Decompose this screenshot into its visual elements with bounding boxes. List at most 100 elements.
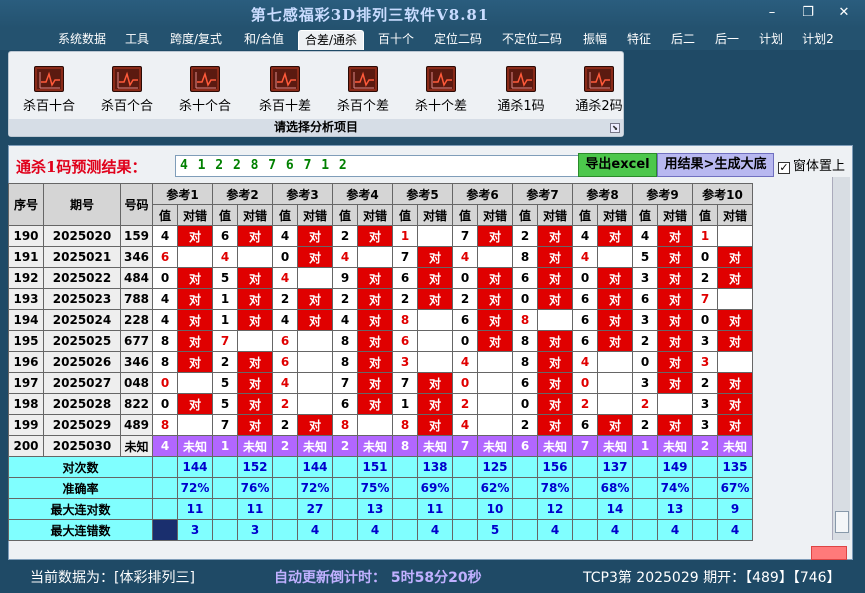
vertical-scrollbar[interactable] xyxy=(832,177,850,540)
unknown-cell: 未知 xyxy=(297,435,333,457)
ribbon-tool-button[interactable]: 杀百个合 xyxy=(95,66,159,114)
value-cell: 0 xyxy=(512,288,538,310)
table-row[interactable]: 192 2025022 484 0 对 5 对 4 9 对 6 对 0 对 6 对 0 对 3 对 2 对 xyxy=(8,267,753,289)
ribbon-tool-button[interactable]: 杀百个差 xyxy=(331,66,395,114)
table-row[interactable]: 195 2025025 677 8 对 7 6 8 对 6 0 对 8 对 6 对 2 对 3 对 xyxy=(8,330,753,352)
right-cell: 对 xyxy=(237,225,273,247)
menu-item[interactable]: 和/合值 xyxy=(236,30,292,50)
menu-item[interactable]: 计划 xyxy=(752,30,790,50)
restore-icon[interactable]: ❐ xyxy=(797,4,819,22)
period-cell: 2025030 xyxy=(43,435,121,457)
stats-blank-cell xyxy=(692,498,718,520)
right-cell: 对 xyxy=(177,267,213,289)
right-cell: 对 xyxy=(477,225,513,247)
table-row[interactable]: 191 2025021 346 6 4 0 对 4 7 对 4 8 对 4 5 对 0 对 xyxy=(8,246,753,268)
menu-item[interactable]: 特征 xyxy=(620,30,658,50)
menu-item-active[interactable]: 合差/通杀 xyxy=(298,30,364,50)
value-cell: 2 xyxy=(692,372,718,394)
stats-value-cell: 4 xyxy=(297,519,333,541)
value-cell: 2 xyxy=(512,414,538,436)
wrong-cell xyxy=(297,393,333,415)
wrong-cell xyxy=(417,351,453,373)
col-header-result: 对错 xyxy=(237,204,273,226)
ribbon-tool-button[interactable]: 杀十个差 xyxy=(409,66,473,114)
wrong-cell xyxy=(177,414,213,436)
menu-item[interactable]: 不定位二码 xyxy=(496,30,568,50)
dialog-launcher-icon[interactable]: ⬊ xyxy=(610,123,620,133)
value-cell: 2 xyxy=(512,225,538,247)
unknown-cell: 未知 xyxy=(477,435,513,457)
close-icon[interactable]: ✕ xyxy=(833,4,855,22)
value-cell: 4 xyxy=(272,267,298,289)
value-cell: 1 xyxy=(212,288,238,310)
generate-button[interactable]: 用结果>生成大底 xyxy=(657,153,774,177)
predict-value-cell: 4 xyxy=(152,435,178,457)
table-row[interactable]: 196 2025026 346 8 对 2 对 6 8 对 3 4 8 对 4 0 对 3 xyxy=(8,351,753,373)
stay-on-top-checkbox[interactable]: ✓ 窗体置上 xyxy=(778,155,845,174)
ribbon-tool-label: 杀百个差 xyxy=(336,99,389,114)
menu-item[interactable]: 工具 xyxy=(118,30,156,50)
value-cell: 5 xyxy=(212,372,238,394)
table-row[interactable]: 199 2025029 489 8 7 对 2 对 8 8 对 4 2 对 6 对 2 对 3 对 xyxy=(8,414,753,436)
ribbon-tool-button[interactable]: 杀十个合 xyxy=(173,66,237,114)
col-header-result: 对错 xyxy=(357,204,393,226)
stats-blank-cell xyxy=(452,498,478,520)
value-cell: 8 xyxy=(392,309,418,331)
wrong-cell xyxy=(417,225,453,247)
ribbon-tool-button[interactable]: 通杀2码 xyxy=(567,66,631,114)
menu-item[interactable]: 振幅 xyxy=(576,30,614,50)
right-cell: 对 xyxy=(597,225,633,247)
menu-item[interactable]: 后一 xyxy=(708,30,746,50)
right-cell: 对 xyxy=(177,330,213,352)
value-cell: 0 xyxy=(452,267,478,289)
stats-value-cell: 67% xyxy=(717,477,753,499)
value-cell: 1 xyxy=(392,393,418,415)
stats-value-cell: 4 xyxy=(657,519,693,541)
number-cell: 489 xyxy=(120,414,153,436)
menu-item[interactable]: 百十个 xyxy=(372,30,420,50)
value-cell: 3 xyxy=(692,393,718,415)
minimize-icon[interactable]: – xyxy=(761,4,783,22)
stats-value-cell: 3 xyxy=(237,519,273,541)
menu-item[interactable]: 定位二码 xyxy=(428,30,488,50)
value-cell: 6 xyxy=(452,309,478,331)
ribbon-tool-label: 杀百个合 xyxy=(100,99,153,114)
scrollbar-thumb[interactable] xyxy=(835,511,849,533)
value-cell: 5 xyxy=(212,267,238,289)
export-excel-button[interactable]: 导出excel xyxy=(578,153,657,177)
prediction-row[interactable]: 200 2025030 未知 4 未知 1 未知 2 未知 2 未知 8 未知 7 未知 6 未知 7 未知 1 未知 2… xyxy=(8,435,753,457)
value-cell: 0 xyxy=(152,393,178,415)
value-cell: 7 xyxy=(212,414,238,436)
status-indicator xyxy=(811,546,847,560)
col-header-value: 值 xyxy=(572,204,598,226)
ribbon-tool-label: 杀十个合 xyxy=(178,99,231,114)
stats-blank-cell xyxy=(692,456,718,478)
table-row[interactable]: 190 2025020 159 4 对 6 对 4 对 2 对 1 7 对 2 对 4 对 4 对 1 xyxy=(8,225,753,247)
checkbox-icon[interactable]: ✓ xyxy=(778,162,790,174)
value-cell: 0 xyxy=(272,246,298,268)
number-cell: 677 xyxy=(120,330,153,352)
value-cell: 0 xyxy=(452,330,478,352)
value-cell: 4 xyxy=(212,246,238,268)
table-row[interactable]: 194 2025024 228 4 对 1 对 4 对 4 对 8 6 对 8 6 对 3 对 0 对 xyxy=(8,309,753,331)
stats-value-cell: 135 xyxy=(717,456,753,478)
value-cell: 4 xyxy=(452,351,478,373)
ribbon-tool-button[interactable]: 杀百十合 xyxy=(17,66,81,114)
right-cell: 对 xyxy=(177,288,213,310)
prediction-result-field[interactable]: 4 1 2 2 8 7 6 7 1 2 xyxy=(175,155,585,177)
menu-item[interactable]: 系统数据 xyxy=(52,30,112,50)
ribbon-panel: 杀百十合 杀百个合 杀十个合 杀百十差 杀百个差 杀十个差 通杀1码 通杀2码 请选择分析项目… xyxy=(8,51,624,137)
ribbon-tool-button[interactable]: 通杀1码 xyxy=(489,66,553,114)
table-row[interactable]: 193 2025023 788 4 对 1 对 2 对 2 对 2 对 2 对 0 对 6 对 6 对 7 xyxy=(8,288,753,310)
menu-item[interactable]: 后二 xyxy=(664,30,702,50)
menu-item[interactable]: 计划2 xyxy=(796,30,840,50)
right-cell: 对 xyxy=(537,372,573,394)
col-header-result: 对错 xyxy=(717,204,753,226)
stats-blank-cell xyxy=(332,477,358,499)
table-row[interactable]: 197 2025027 048 0 5 对 4 7 对 7 对 0 6 对 0 3 对 2 对 xyxy=(8,372,753,394)
table-row[interactable]: 198 2025028 822 0 对 5 对 2 6 对 1 对 2 0 对 2 2 3 对 xyxy=(8,393,753,415)
col-header-ref: 参考6 xyxy=(452,183,513,205)
ribbon-tool-button[interactable]: 杀百十差 xyxy=(253,66,317,114)
chart-line-icon xyxy=(34,66,64,92)
menu-item[interactable]: 跨度/复式 xyxy=(162,30,230,50)
